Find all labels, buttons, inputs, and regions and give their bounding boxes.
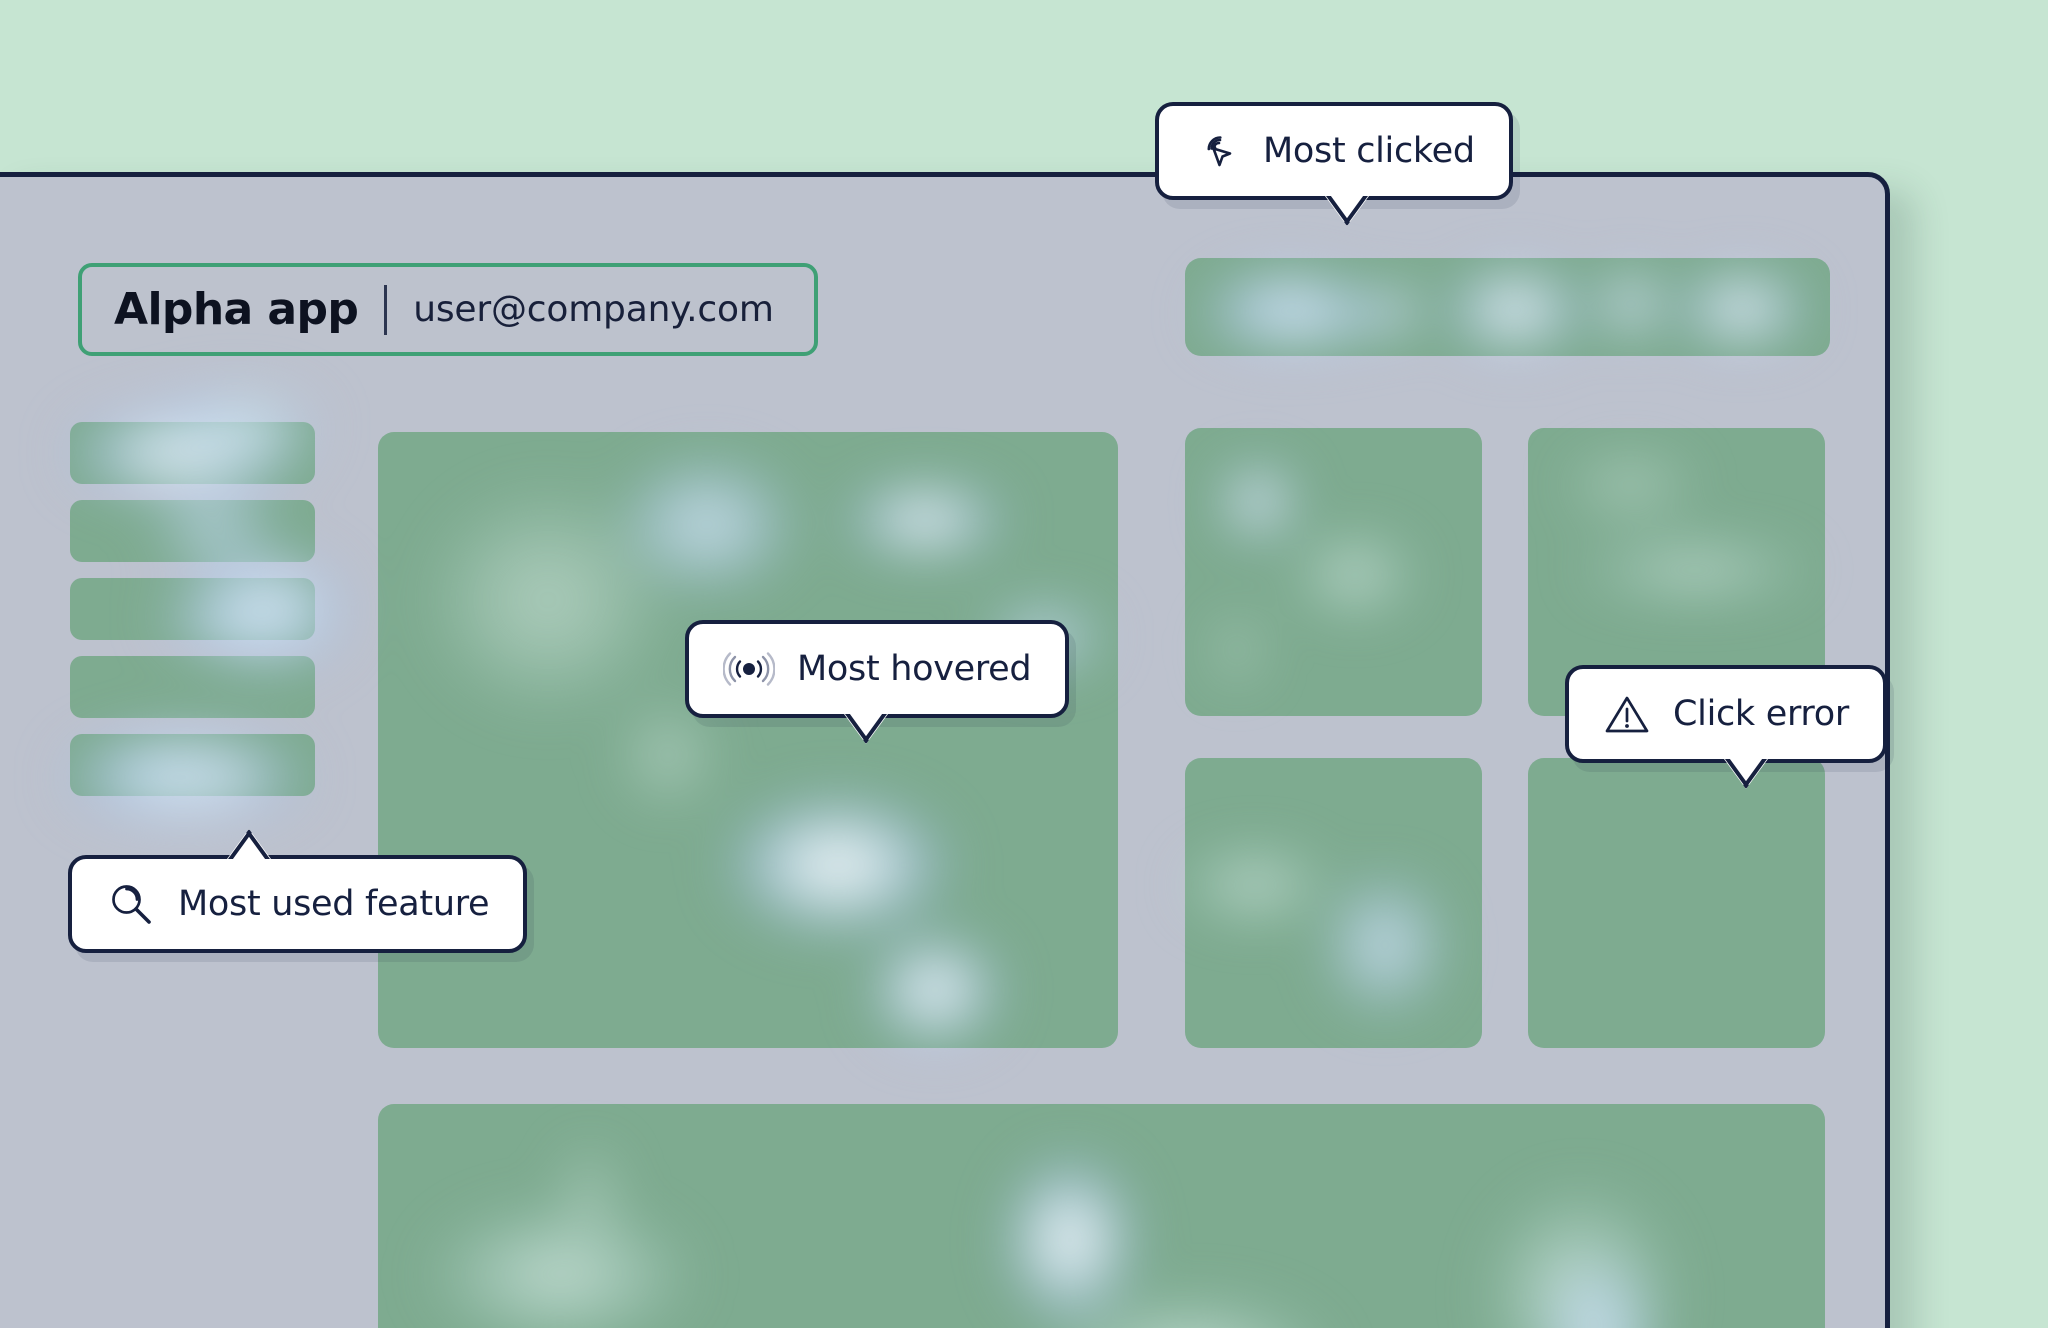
divider bbox=[384, 284, 388, 335]
cursor-click-icon bbox=[1193, 127, 1241, 175]
magnifier-icon bbox=[106, 879, 156, 929]
tooltip-label: Most hovered bbox=[797, 649, 1032, 689]
tooltip-label: Most clicked bbox=[1263, 131, 1475, 171]
hover-signal-icon bbox=[722, 647, 776, 691]
sidebar-item-2[interactable] bbox=[70, 578, 315, 640]
warning-triangle-icon bbox=[1603, 692, 1651, 736]
tooltip-label: Click error bbox=[1673, 694, 1849, 734]
sidebar-item-1[interactable] bbox=[70, 500, 315, 562]
app-title: Alpha app bbox=[114, 284, 359, 335]
bottom-panel[interactable] bbox=[378, 1104, 1825, 1328]
tooltip-most-clicked[interactable]: Most clicked bbox=[1155, 102, 1513, 226]
tooltip-most-hovered[interactable]: Most hovered bbox=[685, 620, 1070, 744]
grid-card-2[interactable] bbox=[1185, 758, 1482, 1048]
user-email: user@company.com bbox=[413, 289, 774, 330]
app-identity-badge[interactable]: Alpha app user@company.com bbox=[78, 263, 818, 356]
sidebar-item-3[interactable] bbox=[70, 656, 315, 718]
top-nav-strip[interactable] bbox=[1185, 258, 1830, 356]
sidebar-item-0[interactable] bbox=[70, 422, 315, 484]
grid-card-0[interactable] bbox=[1185, 428, 1482, 716]
tooltip-click-error[interactable]: Click error bbox=[1565, 665, 1887, 789]
grid-card-3[interactable] bbox=[1528, 758, 1825, 1048]
tooltip-label: Most used feature bbox=[178, 884, 490, 924]
tooltip-most-used-feature[interactable]: Most used feature bbox=[68, 829, 528, 953]
main-panel[interactable] bbox=[378, 432, 1118, 1048]
sidebar-item-4[interactable] bbox=[70, 734, 315, 796]
